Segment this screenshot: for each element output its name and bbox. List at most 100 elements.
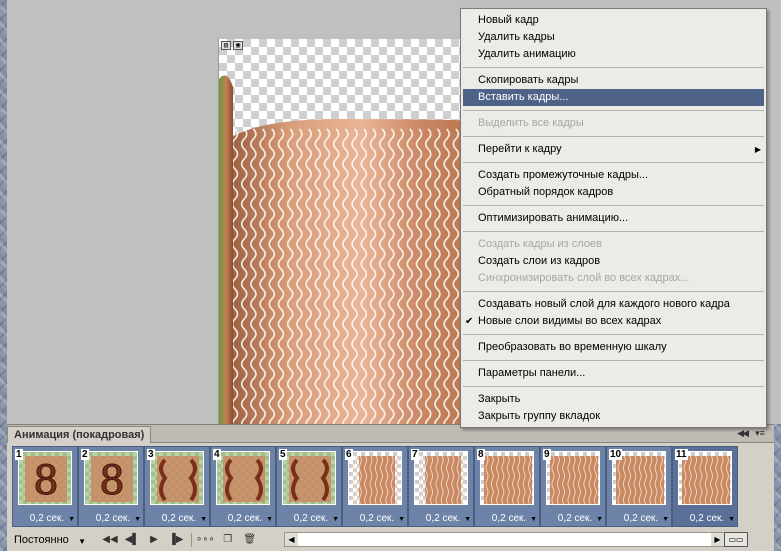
frame-number: 10: [609, 449, 623, 460]
frame-scrollbar[interactable]: ◀ ▶: [284, 532, 725, 547]
panel-footer: Постоянно ▼ ◀◀ ◀▌ ▶ ▐▶ ∘∘∘ ❐ 🗑 ◀ ▶ ▭▭: [7, 529, 774, 551]
menu-item[interactable]: Вставить кадры...: [463, 89, 764, 106]
first-frame-icon[interactable]: ◀◀: [101, 532, 119, 548]
frame-number: 2: [81, 449, 89, 460]
svg-text:8: 8: [33, 458, 58, 504]
loop-select-value: Постоянно: [14, 534, 69, 546]
menu-item-label: Новые слои видимы во всех кадрах: [478, 315, 662, 327]
frame-10[interactable]: 10 0,2 сек. ▼: [606, 446, 672, 527]
menu-separator: [463, 386, 764, 387]
menu-item: Синхронизировать слой во всех кадрах...: [461, 270, 766, 287]
frame-3[interactable]: 3 0,2 сек. ▼: [144, 446, 210, 527]
scroll-left-icon[interactable]: ◀: [285, 533, 298, 546]
chevron-down-icon[interactable]: ▼: [596, 516, 603, 523]
menu-separator: [463, 162, 764, 163]
menu-item[interactable]: Создать промежуточные кадры...: [461, 167, 766, 184]
frame-thumbnail: [282, 451, 336, 505]
menu-item[interactable]: Скопировать кадры: [461, 72, 766, 89]
frame-icon[interactable]: ▣: [233, 41, 243, 50]
chevron-down-icon[interactable]: ▼: [398, 516, 405, 523]
frame-6[interactable]: 6 0,2 сек. ▼: [342, 446, 408, 527]
menu-item-label: Параметры панели...: [478, 367, 586, 379]
svg-text:8: 8: [99, 458, 124, 504]
panel-menu-icon[interactable]: ▾≡: [752, 428, 768, 439]
menu-item[interactable]: Обратный порядок кадров: [461, 184, 766, 201]
menu-item-label: Создать кадры из слоев: [478, 238, 602, 250]
menu-item[interactable]: Параметры панели...: [461, 365, 766, 382]
chevron-down-icon[interactable]: ▼: [68, 516, 75, 523]
menu-separator: [463, 67, 764, 68]
frame-thumbnail: [546, 451, 600, 505]
collapse-icon[interactable]: ◀◀: [737, 428, 749, 439]
frame-5[interactable]: 5 0,2 сек. ▼: [276, 446, 342, 527]
frame-4[interactable]: 4 0,2 сек. ▼: [210, 446, 276, 527]
menu-item-label: Новый кадр: [478, 14, 539, 26]
chevron-down-icon[interactable]: ▼: [332, 516, 339, 523]
frame-1[interactable]: 1 8 0,2 сек. ▼: [12, 446, 78, 527]
frame-2[interactable]: 2 8 0,2 сек. ▼: [78, 446, 144, 527]
wavy-copper-artwork: [219, 75, 470, 424]
check-icon: ✔: [465, 316, 474, 327]
frame-thumbnail: 8: [84, 451, 138, 505]
menu-item: Выделить все кадры: [461, 115, 766, 132]
chevron-down-icon: ▼: [78, 537, 86, 546]
menu-item-label: Перейти к кадру: [478, 143, 562, 155]
frame-thumbnail: [216, 451, 270, 505]
chevron-down-icon[interactable]: ▼: [134, 516, 141, 523]
trash-icon[interactable]: 🗑: [241, 532, 259, 548]
animation-panel: Анимация (покадровая) ◀◀ ▾≡ 1 8 0,2 сек. ▼ 2…: [7, 424, 774, 551]
menu-item-label: Закрыть: [478, 393, 521, 405]
loop-select[interactable]: Постоянно ▼: [11, 532, 91, 548]
menu-item[interactable]: Создавать новый слой для каждого нового …: [461, 296, 766, 313]
prev-frame-icon[interactable]: ◀▌: [123, 532, 141, 548]
document-canvas[interactable]: ▥ ▣: [218, 39, 470, 424]
menu-item-label: Скопировать кадры: [478, 74, 579, 86]
frame-thumbnail: [480, 451, 534, 505]
panel-tab-animation[interactable]: Анимация (покадровая): [7, 426, 152, 443]
menu-separator: [463, 136, 764, 137]
context-menu: Новый кадр Удалить кадры Удалить анимацию С…: [460, 8, 767, 428]
next-frame-icon[interactable]: ▐▶: [167, 532, 185, 548]
menu-separator: [463, 110, 764, 111]
menu-item[interactable]: Удалить кадры: [461, 29, 766, 46]
menu-item[interactable]: Удалить анимацию: [461, 46, 766, 63]
menu-item-label: Создавать новый слой для каждого нового …: [478, 298, 730, 310]
menu-item[interactable]: Закрыть группу вкладок: [461, 408, 766, 425]
menu-item-label: Преобразовать во временную шкалу: [478, 341, 667, 353]
menu-item[interactable]: Преобразовать во временную шкалу: [461, 339, 766, 356]
menu-item[interactable]: Перейти к кадру ▶: [461, 141, 766, 158]
chevron-down-icon[interactable]: ▼: [200, 516, 207, 523]
frame-thumbnail: [414, 451, 468, 505]
tween-icon[interactable]: ∘∘∘: [196, 532, 215, 548]
chevron-down-icon[interactable]: ▼: [464, 516, 471, 523]
frame-11[interactable]: 11 0,2 сек. ▼: [672, 446, 738, 527]
chevron-down-icon[interactable]: ▼: [530, 516, 537, 523]
timeline-toggle-icon[interactable]: ▭▭: [724, 532, 748, 547]
menu-item[interactable]: Создать слои из кадров: [461, 253, 766, 270]
frame-number: 3: [147, 449, 155, 460]
menu-item[interactable]: Новый кадр: [461, 12, 766, 29]
frame-9[interactable]: 9 0,2 сек. ▼: [540, 446, 606, 527]
menu-separator: [463, 231, 764, 232]
menu-separator: [463, 334, 764, 335]
frame-number: 6: [345, 449, 353, 460]
duplicate-frame-icon[interactable]: ❐: [219, 532, 237, 548]
frame-number: 4: [213, 449, 221, 460]
menu-item[interactable]: Закрыть: [461, 391, 766, 408]
menu-item-label: Выделить все кадры: [478, 117, 584, 129]
play-icon[interactable]: ▶: [145, 532, 163, 548]
menu-item-label: Оптимизировать анимацию...: [478, 212, 629, 224]
ruler-icon[interactable]: ▥: [221, 41, 231, 50]
frame-thumbnail: 8: [18, 451, 72, 505]
menu-item[interactable]: Оптимизировать анимацию...: [461, 210, 766, 227]
menu-separator: [463, 205, 764, 206]
scroll-right-icon[interactable]: ▶: [711, 533, 724, 546]
chevron-down-icon[interactable]: ▼: [662, 516, 669, 523]
frame-8[interactable]: 8 0,2 сек. ▼: [474, 446, 540, 527]
frame-7[interactable]: 7 0,2 сек. ▼: [408, 446, 474, 527]
frame-thumbnail: [150, 451, 204, 505]
chevron-down-icon[interactable]: ▼: [728, 516, 735, 523]
chevron-down-icon[interactable]: ▼: [266, 516, 273, 523]
menu-item[interactable]: ✔ Новые слои видимы во всех кадрах: [461, 313, 766, 330]
frame-number: 11: [675, 449, 688, 460]
